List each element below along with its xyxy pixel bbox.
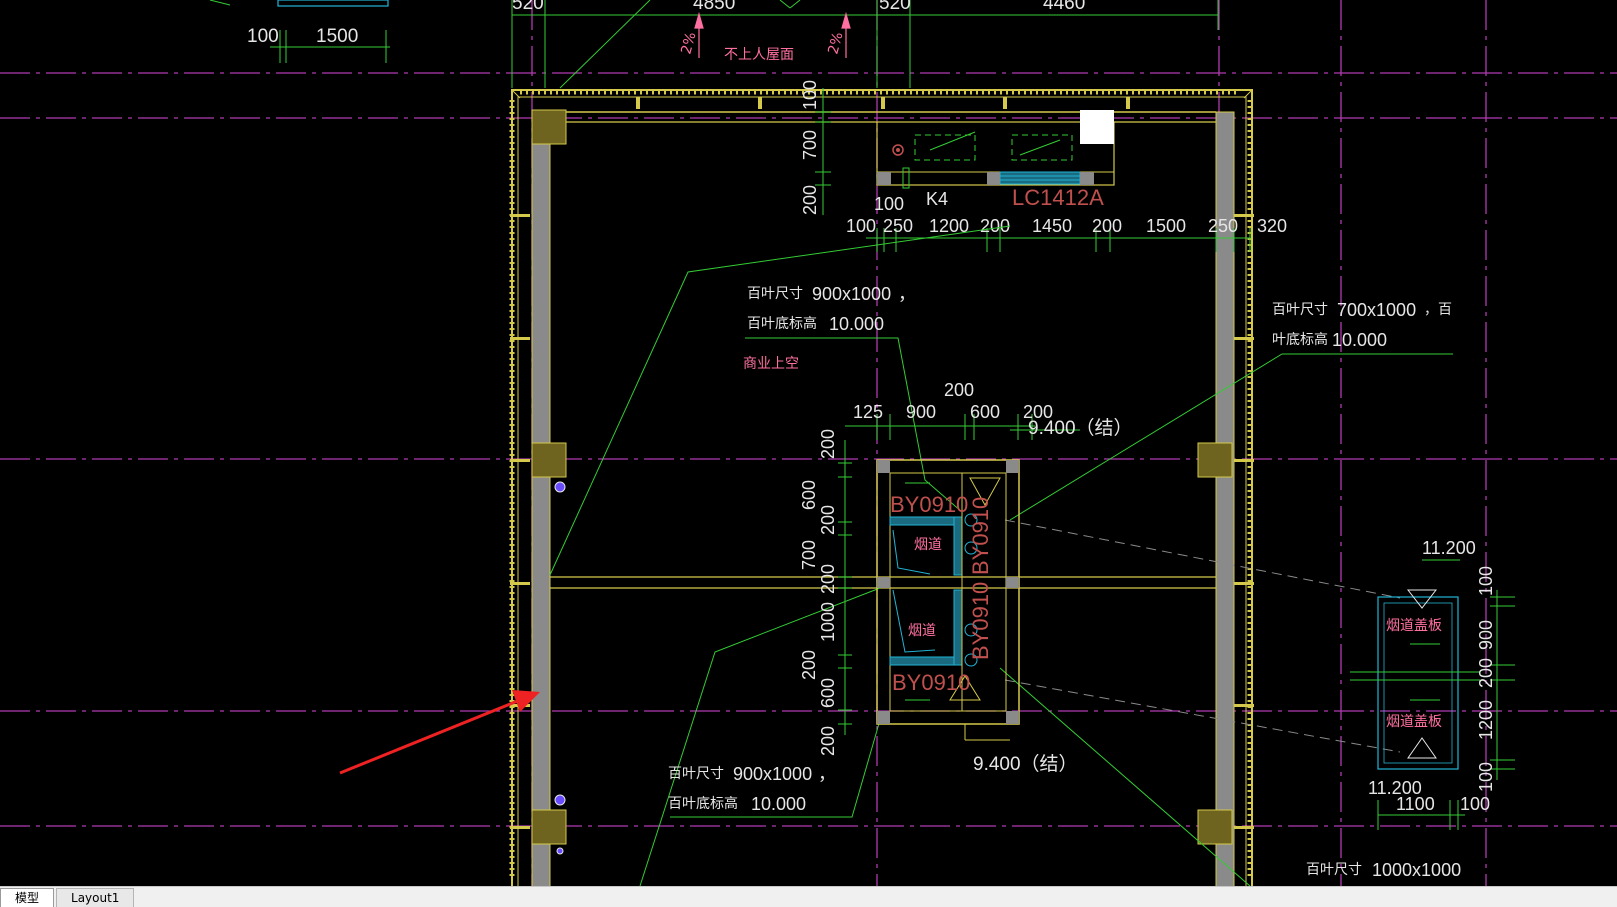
dim-text: 200 (1476, 658, 1496, 688)
columns (531, 109, 1233, 845)
louver-size: 700x1000 (1337, 300, 1416, 320)
dim-text: 200 (980, 216, 1010, 236)
commercial-void-note: 商业上空 (743, 356, 799, 372)
roof-note: 不上人屋面 (724, 47, 794, 63)
detail-cover-label: 烟道盖板 (1386, 618, 1442, 634)
flue-label: 烟道 (908, 623, 936, 639)
louver-tail: ，百 (1424, 302, 1452, 318)
slope-label: 2% (678, 30, 699, 56)
dim-text: 100 (1460, 794, 1490, 814)
dim-text: 200 (800, 185, 820, 215)
dim-text: 600 (799, 480, 819, 510)
tab-model[interactable]: 模型 (0, 888, 55, 907)
dim-text: 1100 (1396, 794, 1435, 814)
elevation-text: 9.400（结） (1028, 417, 1133, 439)
louver-elev-label: 百叶底标高 (747, 315, 817, 332)
dim-text: 320 (1257, 216, 1287, 236)
louver-size: 1000x1000 (1372, 860, 1461, 880)
louver-label: 百叶尺寸 (1272, 302, 1328, 318)
window-outline (277, 0, 389, 7)
leader-lines (549, 225, 1453, 886)
louver-tag: BY0910 (892, 670, 970, 695)
louver-tag: BY0910 (890, 492, 968, 517)
louver-comma: ， (818, 764, 836, 784)
dim-text: 600 (818, 678, 838, 708)
louver-tag: BY0910 (968, 582, 993, 660)
dim-text: 125 (853, 402, 883, 422)
dim-text: 4850 (693, 0, 735, 14)
louver-elev-label: 百叶底标高 (668, 795, 738, 812)
louver-size: 900x1000 (812, 284, 891, 304)
dim-text: 520 (879, 0, 911, 14)
tab-layout1[interactable]: Layout1 (56, 888, 135, 907)
dim-text: 100 (247, 26, 279, 47)
dim-text: 1450 (1032, 216, 1072, 236)
dim-text: 250 (883, 216, 913, 236)
dim-text: 200 (799, 650, 819, 680)
cad-model-viewport[interactable]: 520 4850 520 4460 100 1500 2% 2% 不上人屋面 K… (0, 0, 1617, 886)
louver-elev: 10.000 (829, 314, 884, 334)
slope-label: 2% (825, 30, 846, 56)
elevation-text: 9.400（结） (973, 753, 1078, 775)
dim-text: 100 (846, 216, 876, 236)
dim-text: 1500 (316, 26, 358, 47)
dim-text: 1500 (1146, 216, 1186, 236)
louver-label: 百叶尺寸 (668, 766, 724, 782)
top-room (876, 110, 1115, 189)
dim-text: 200 (818, 564, 838, 594)
louver-elev: 10.000 (1332, 330, 1387, 350)
louver-tag: BY0910 (968, 497, 993, 575)
dim-text: 200 (818, 429, 838, 459)
dim-text: 250 (1208, 216, 1238, 236)
dim-text: 200 (1092, 216, 1122, 236)
layout-tab-bar: 模型 Layout1 (0, 886, 1617, 907)
louver-label: 百叶尺寸 (1306, 862, 1362, 878)
door-tag: K4 (926, 189, 948, 209)
louver-elev-label: 叶底标高 (1272, 331, 1328, 348)
dim-text: 200 (818, 505, 838, 535)
dim-text: 1200 (1476, 700, 1496, 740)
dim-text: 520 (512, 0, 544, 14)
dim-text: 200 (818, 726, 838, 756)
dim-text: 700 (799, 540, 819, 570)
dim-text: 600 (970, 402, 1000, 422)
dim-text: 900 (906, 402, 936, 422)
dim-text: 4460 (1043, 0, 1085, 14)
louver-label: 百叶尺寸 (747, 286, 803, 302)
drain-symbols (554, 481, 566, 855)
louver-elev: 10.000 (751, 794, 806, 814)
dim-text: 200 (944, 380, 974, 400)
cad-drawing: 520 4850 520 4460 100 1500 2% 2% 不上人屋面 K… (0, 0, 1617, 886)
dim-text: 100 (1476, 566, 1496, 596)
shaft-vert-dim-lines (838, 440, 852, 735)
louver-size: 900x1000 (733, 764, 812, 784)
window-tag: LC1412A (1012, 185, 1104, 210)
dim-text: 100 (1476, 762, 1496, 792)
dim-text: 1000 (818, 602, 838, 642)
dim-text: 900 (1476, 620, 1496, 650)
dim-text: 700 (800, 130, 820, 160)
flue-label: 烟道 (914, 537, 942, 553)
dim-text: 100 (800, 80, 820, 110)
detail-cover-label: 烟道盖板 (1386, 714, 1442, 730)
louver-comma: ， (898, 284, 916, 304)
flue-cover-detail (1350, 589, 1480, 770)
detail-elevation: 11.200 (1422, 538, 1476, 558)
dim-text: 100 (874, 194, 904, 214)
